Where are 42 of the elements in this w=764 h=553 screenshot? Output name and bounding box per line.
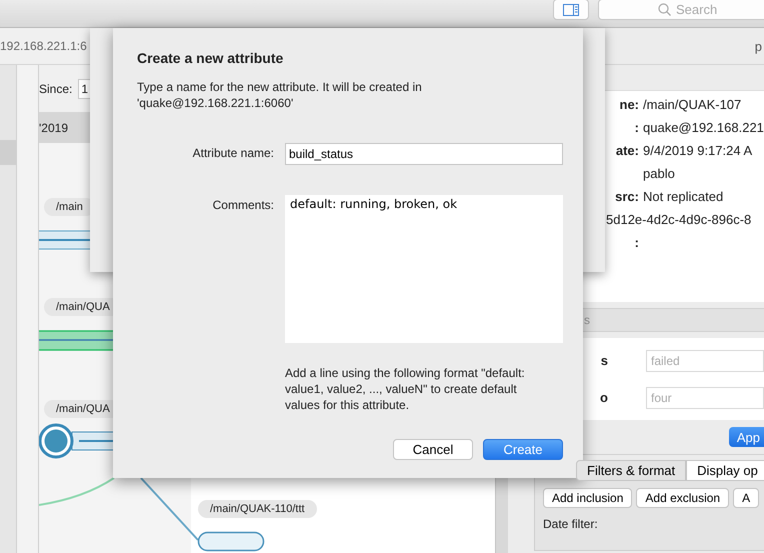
field-label: Attribute name:: [192, 146, 274, 160]
branch-line: [140, 477, 199, 541]
property-value: 5d12e-4d2c-4d9c-896c-8: [606, 212, 752, 227]
hint-text: Add a line using the following format "default: value1, value2, ..., valueN" to create default values for this attribute.: [285, 365, 526, 413]
property-value: /main/QUAK-107: [643, 97, 742, 112]
attribute-label: s: [600, 353, 608, 368]
attribute-label: o: [599, 390, 608, 405]
dialog-title: Create a new attribute: [137, 50, 284, 66]
property-label: :: [634, 120, 639, 135]
dialog-message: Type a name for the new attribute. It will be created in 'quake@192.168.221.1:6060': [137, 79, 423, 111]
attribute-value-field[interactable]: four: [646, 386, 764, 408]
property-value: Not replicated: [643, 189, 724, 204]
branch-label: /main/QUAK-110/ttt: [198, 500, 317, 518]
property-label: src:: [615, 189, 639, 204]
property-label: ate:: [616, 143, 639, 158]
tab[interactable]: Display op: [686, 460, 764, 481]
property-value: quake@192.168.221: [643, 120, 764, 135]
property-value: 9/4/2019 9:17:24 A: [643, 143, 752, 158]
search-icon: [658, 3, 671, 16]
property-value: pablo: [643, 166, 675, 181]
property-label: ne:: [620, 97, 639, 112]
changeset-node: [198, 532, 264, 552]
property-label: :: [634, 235, 639, 250]
address-text: 192.168.221.1:6: [0, 39, 87, 53]
date-label: '2019: [39, 120, 68, 134]
sidebar-toggle-button[interactable]: [553, 0, 589, 20]
filter-button[interactable]: A: [733, 488, 760, 508]
attribute-name-field[interactable]: build_status: [285, 143, 563, 165]
section-title: s: [584, 313, 590, 327]
tab[interactable]: Filters & format: [576, 460, 686, 481]
header-text: p: [754, 38, 762, 54]
apply-button[interactable]: App: [728, 427, 764, 447]
filter-button[interactable]: Add inclusion: [543, 488, 632, 508]
date-filter-label: Date filter:: [543, 517, 599, 531]
sidebar-icon: [563, 4, 579, 16]
comments-field[interactable]: default: running, broken, ok: [285, 195, 563, 343]
since-label: Since:: [39, 82, 72, 96]
filter-button[interactable]: Add exclusion: [636, 488, 730, 508]
field-label: Comments:: [212, 198, 274, 212]
attribute-value-field[interactable]: failed: [646, 350, 764, 372]
search-field[interactable]: Search: [598, 0, 764, 20]
cancel-button[interactable]: Cancel: [393, 439, 473, 460]
